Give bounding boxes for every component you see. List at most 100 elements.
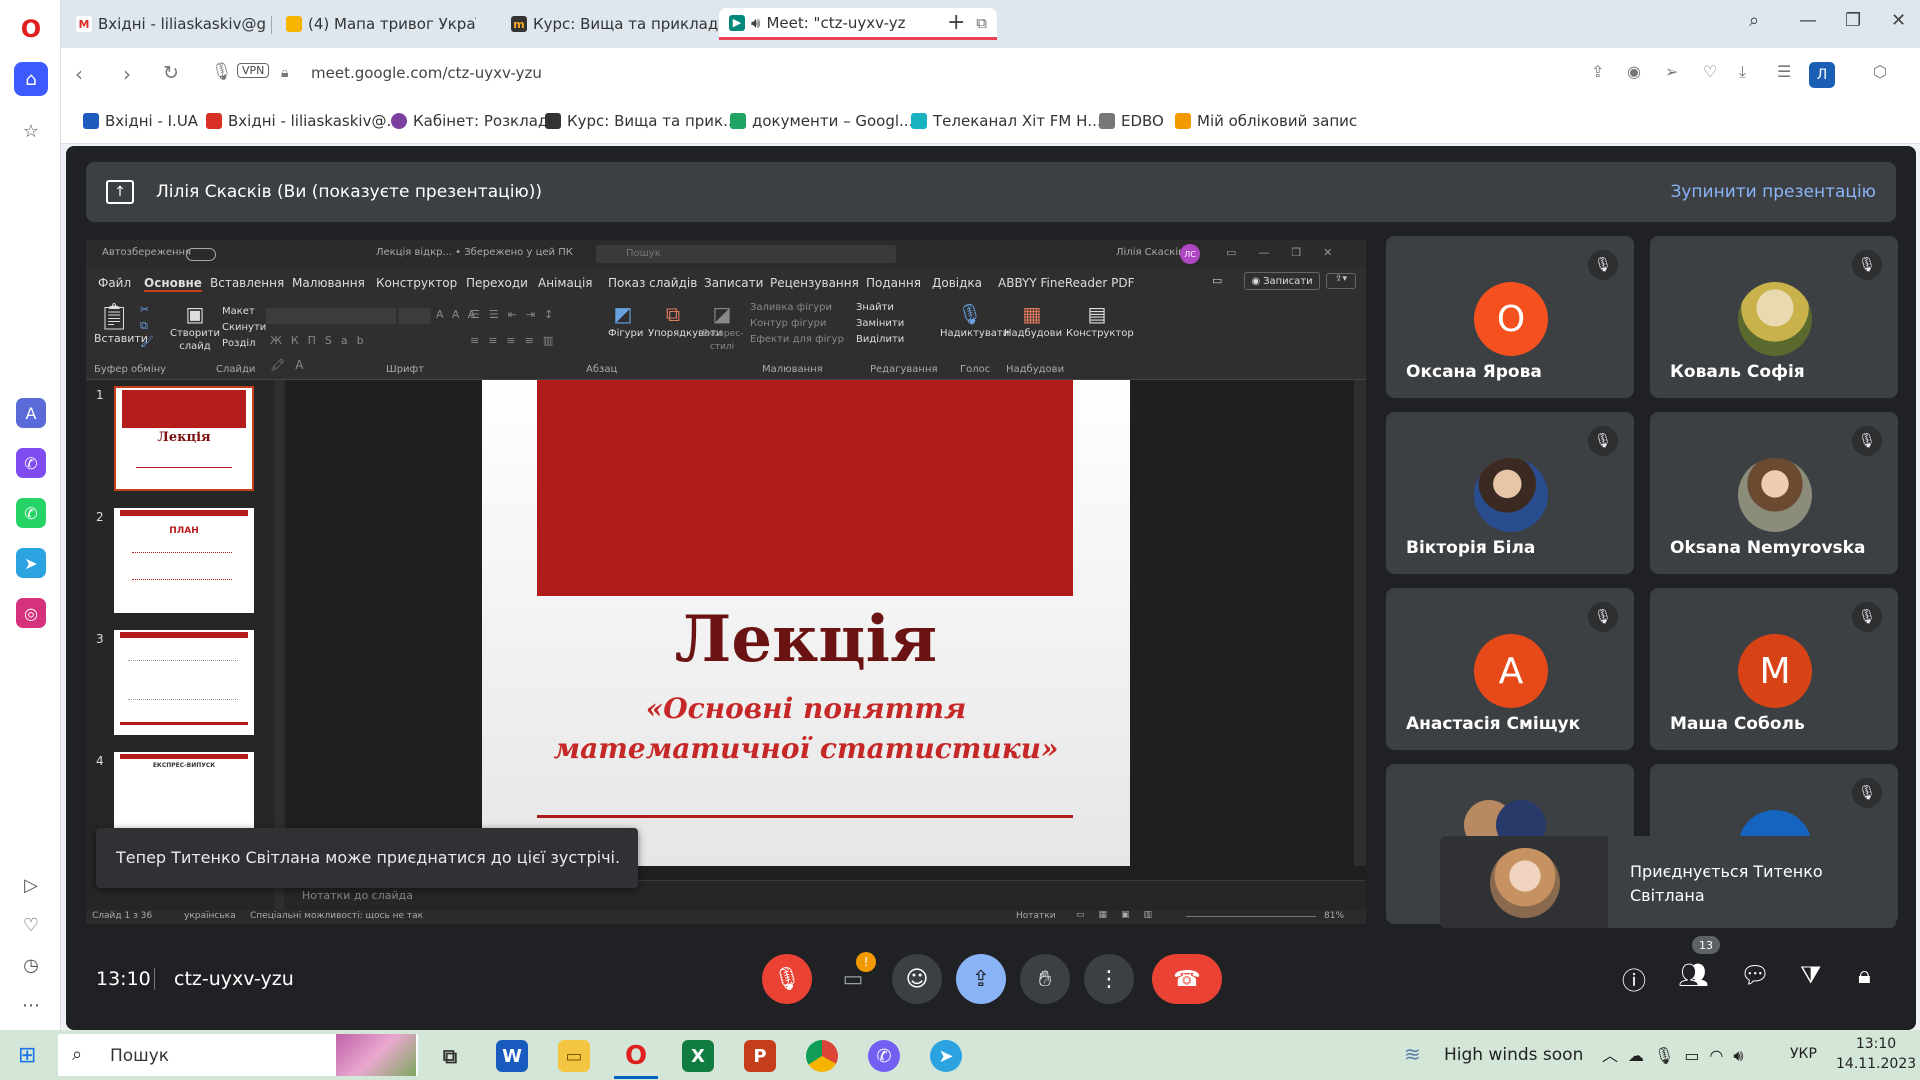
minimize-icon[interactable]: — <box>1799 10 1817 31</box>
stop-presenting-button[interactable]: Зупинити презентацію <box>1670 182 1876 202</box>
taskbar-search[interactable]: ⌕ Пошук <box>58 1034 418 1076</box>
share-tab-icon[interactable]: ⧉ <box>976 14 987 32</box>
addins-button[interactable]: ▦ Надбудови <box>1004 302 1062 339</box>
ribbon-tab-abbyy[interactable]: ABBYY FineReader PDF <box>998 276 1135 290</box>
instagram-icon[interactable]: ◎ <box>16 598 46 628</box>
search-tabs-icon[interactable]: ⌕ <box>1749 10 1759 31</box>
ribbon-tab-view[interactable]: Подання <box>866 276 921 290</box>
more-options-button[interactable]: ⋮ <box>1084 954 1134 1004</box>
bookmark-course[interactable]: Курс: Вища та прик... <box>545 112 737 130</box>
participant-tile[interactable]: 🎙︎ Коваль Софія <box>1650 236 1898 398</box>
bookmark-schedule[interactable]: Кабінет: Розклад <box>391 112 548 130</box>
leave-call-button[interactable]: ☎︎ <box>1152 954 1222 1004</box>
reset-button[interactable]: Скинути <box>222 320 266 336</box>
ppt-search-box[interactable]: Пошук <box>596 245 896 263</box>
ribbon-tab-file[interactable]: Файл <box>98 276 131 290</box>
history-icon[interactable]: ◷ <box>14 948 48 982</box>
telegram-icon[interactable]: ➤ <box>16 548 46 578</box>
clock[interactable]: 13:10 14.11.2023 <box>1836 1034 1916 1074</box>
excel-icon[interactable]: X <box>682 1040 714 1072</box>
messenger-icon[interactable]: ✆ <box>16 448 46 478</box>
ppt-user-avatar[interactable]: ЛС <box>1180 244 1200 264</box>
ribbon-tab-review[interactable]: Рецензування <box>770 276 859 290</box>
telegram-icon[interactable]: ➤ <box>930 1040 962 1072</box>
windows-start-icon[interactable]: ⊞ <box>18 1043 36 1068</box>
participant-tile[interactable]: 🎙︎ Вікторія Біла <box>1386 412 1634 574</box>
share-icon[interactable]: ⇪ <box>1591 62 1604 81</box>
designer-button[interactable]: ▤ Конструктор <box>1066 302 1134 339</box>
tab-alert-map[interactable]: (4) Мапа тривог України <box>276 8 476 40</box>
favorite-icon[interactable]: ♡ <box>1703 62 1717 81</box>
slide-thumb-2[interactable]: ПЛАН <box>114 508 254 613</box>
back-icon[interactable]: ‹ <box>75 62 83 86</box>
bookmark-account[interactable]: Мій обліковий запис <box>1175 112 1357 130</box>
present-button[interactable]: ⇪ <box>956 954 1006 1004</box>
clipboard-tools-icon[interactable]: ✂ ⧉ 🖌︎ <box>140 302 154 350</box>
extensions-icon[interactable]: ⬡ <box>1873 62 1887 81</box>
participant-tile[interactable]: М 🎙︎ Маша Соболь <box>1650 588 1898 750</box>
profile-avatar[interactable]: Л <box>1809 62 1835 88</box>
task-view-icon[interactable]: ⧉ <box>434 1040 466 1072</box>
tray-icons[interactable]: ︿☁🎙︎▭◠🔊︎ <box>1602 1042 1753 1066</box>
word-icon[interactable]: W <box>496 1040 528 1072</box>
participant-tile[interactable]: О 🎙︎ Оксана Ярова <box>1386 236 1634 398</box>
section-button[interactable]: Розділ <box>222 336 266 352</box>
viber-icon[interactable]: ✆ <box>868 1040 900 1072</box>
forward-icon[interactable]: › <box>123 62 131 86</box>
participant-tile[interactable]: А 🎙︎ Анастасія Сміщук <box>1386 588 1634 750</box>
font-color-icons[interactable]: 🖍︎A <box>270 358 313 372</box>
quick-styles-button[interactable]: ◪ Експрес-стилі <box>702 302 743 352</box>
more-icon[interactable]: ⋯ <box>14 988 48 1022</box>
shapes-button[interactable]: ◩ Фігури <box>608 302 643 339</box>
font-size-box[interactable] <box>399 308 431 324</box>
comments-icon[interactable]: ▭ <box>1212 274 1222 287</box>
zoom-slider[interactable] <box>1186 910 1316 917</box>
bookmark-google-docs[interactable]: документи – Googl... <box>730 112 913 130</box>
replace-button[interactable]: Замінити <box>856 316 904 332</box>
ppt-window-controls[interactable]: ▭—❐✕ <box>1226 246 1354 259</box>
participant-tile[interactable]: 🎙︎ Oksana Nemyrovska <box>1650 412 1898 574</box>
meeting-info-icon[interactable]: ⓘ <box>1622 961 1646 996</box>
status-language[interactable]: українська <box>184 911 236 921</box>
weather-wind-icon[interactable]: ≋ <box>1404 1042 1421 1066</box>
chrome-icon[interactable] <box>806 1040 838 1072</box>
close-window-icon[interactable]: ✕ <box>1891 10 1906 31</box>
find-button[interactable]: Знайти <box>856 300 904 316</box>
ribbon-tab-draw[interactable]: Малювання <box>292 276 365 290</box>
new-tab-icon[interactable]: + <box>947 10 965 35</box>
reactions-button[interactable]: ☺ <box>892 954 942 1004</box>
mic-toggle-button[interactable]: 🎙︎ <box>762 954 812 1004</box>
microphone-icon[interactable]: 🎙︎ <box>211 62 233 82</box>
reload-icon[interactable]: ↻ <box>163 62 179 84</box>
status-notes-button[interactable]: Нотатки <box>1016 911 1056 921</box>
shape-outline-button[interactable]: Контур фігури <box>750 316 844 332</box>
opera-icon[interactable]: O <box>620 1040 652 1072</box>
download-icon[interactable]: ⤓ <box>1739 62 1746 82</box>
home-icon[interactable]: ⌂ <box>14 62 48 96</box>
shape-effects-button[interactable]: Ефекти для фігур <box>750 332 844 348</box>
settings-sliders-icon[interactable]: ☰ <box>1777 62 1791 81</box>
slide-scrollbar[interactable] <box>1354 380 1366 866</box>
camera-toggle-button[interactable]: ▭ ! <box>828 952 878 1004</box>
aria-icon[interactable]: A <box>16 398 46 428</box>
dictate-button[interactable]: 🎙︎ Надиктувати <box>940 302 1009 339</box>
host-controls-icon[interactable]: 🔒︎ <box>1858 961 1871 989</box>
autosave-toggle[interactable] <box>186 248 216 261</box>
arrange-button[interactable]: ⧉ Упорядкувати <box>648 302 722 339</box>
shape-fill-button[interactable]: Заливка фігури <box>750 300 844 316</box>
paste-button[interactable]: 📋︎ Вставити <box>94 302 148 345</box>
chat-icon[interactable]: 💬︎ <box>1740 961 1770 989</box>
ribbon-tab-insert[interactable]: Вставлення <box>210 276 284 290</box>
slide-thumb-3[interactable] <box>114 630 254 735</box>
select-button[interactable]: Виділити <box>856 332 904 348</box>
language-indicator[interactable]: УКР <box>1790 1046 1817 1062</box>
url-text[interactable]: meet.google.com/ctz-uyxv-yzu <box>311 64 542 82</box>
raise-hand-button[interactable]: ✋︎ <box>1020 954 1070 1004</box>
weather-text[interactable]: High winds soon <box>1444 1045 1583 1065</box>
align-icons[interactable]: ≡≡≡≡▥ <box>470 334 562 347</box>
ppt-record-button[interactable]: ◉ Записати <box>1244 272 1320 290</box>
ribbon-tab-record[interactable]: Записати <box>704 276 763 290</box>
people-icon[interactable]: 👥︎ <box>1678 961 1708 989</box>
ribbon-tab-help[interactable]: Довідка <box>932 276 982 290</box>
ribbon-tab-design[interactable]: Конструктор <box>376 276 457 290</box>
